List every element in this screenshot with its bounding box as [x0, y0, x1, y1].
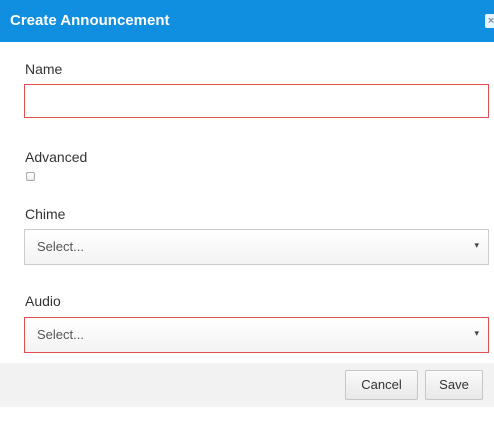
caret-down-icon: ▾	[474, 241, 479, 251]
dialog-titlebar: Create Announcement ×	[0, 0, 494, 42]
chime-label: Chime	[25, 206, 66, 222]
advanced-label: Advanced	[25, 149, 88, 165]
cancel-button[interactable]: Cancel	[345, 370, 418, 400]
caret-down-icon: ▾	[474, 329, 479, 339]
name-label: Name	[25, 61, 63, 77]
save-button[interactable]: Save	[425, 370, 483, 400]
audio-select[interactable]: Select... ▾	[24, 317, 489, 353]
dialog-footer: Cancel Save	[0, 363, 494, 407]
audio-label: Audio	[25, 293, 61, 309]
create-announcement-dialog: Create Announcement × Name Advanced Chim…	[0, 0, 494, 435]
dialog-title: Create Announcement	[10, 12, 170, 29]
audio-select-value: Select...	[37, 327, 84, 342]
advanced-checkbox[interactable]	[26, 172, 35, 181]
chime-select-value: Select...	[37, 239, 84, 254]
name-input[interactable]	[24, 84, 489, 118]
chime-select[interactable]: Select... ▾	[24, 229, 489, 265]
close-icon[interactable]: ×	[485, 14, 494, 28]
